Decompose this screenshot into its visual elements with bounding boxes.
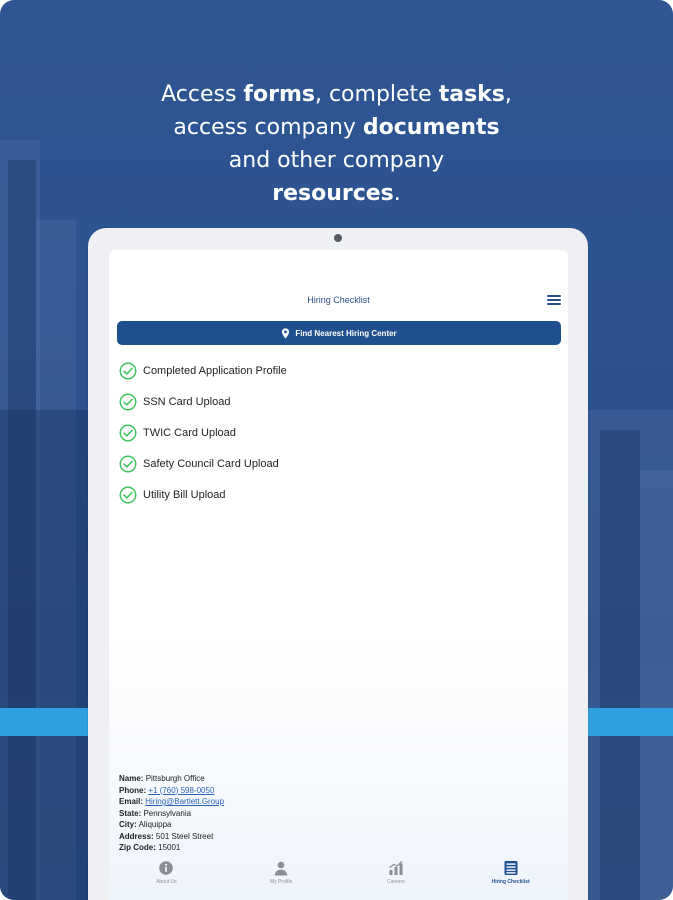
check-circle-icon: [119, 424, 137, 441]
person-icon: [274, 861, 288, 876]
tab-my-profile[interactable]: My Profile: [224, 854, 339, 894]
checklist-item-label: TWIC Card Upload: [143, 426, 236, 439]
tab-careers[interactable]: Careers: [339, 854, 454, 894]
bottom-tab-bar: About Us My Profile Careers Hiring Check…: [109, 854, 568, 894]
check-circle-icon: [119, 455, 137, 472]
skyline-building: [640, 470, 673, 900]
hiring-checklist: Completed Application Profile SSN Card U…: [119, 355, 549, 510]
find-hiring-center-label: Find Nearest Hiring Center: [295, 328, 397, 338]
phone-link[interactable]: +1 (760) 598-0050: [148, 786, 214, 795]
office-city: Aliquippa: [138, 820, 172, 829]
checklist-item[interactable]: SSN Card Upload: [119, 386, 549, 417]
checklist-item[interactable]: Safety Council Card Upload: [119, 448, 549, 479]
checklist-item-label: SSN Card Upload: [143, 395, 231, 408]
location-pin-icon: [282, 327, 290, 339]
office-info: Name: Pittsburgh Office Phone: +1 (760) …: [119, 774, 225, 852]
tab-hiring-checklist[interactable]: Hiring Checklist: [453, 854, 568, 894]
check-circle-icon: [119, 393, 137, 410]
hamburger-menu-icon[interactable]: [547, 295, 561, 305]
check-circle-icon: [119, 362, 137, 379]
checklist-item[interactable]: Utility Bill Upload: [119, 479, 549, 510]
skyline-building: [600, 430, 640, 900]
check-circle-icon: [119, 486, 137, 503]
camera-icon: [334, 234, 342, 242]
email-link[interactable]: Hiring@Bartlett.Group: [145, 797, 224, 806]
office-name: Pittsburgh Office: [145, 774, 205, 783]
chart-icon: [389, 861, 403, 875]
checklist-icon: [504, 861, 518, 875]
checklist-item-label: Safety Council Card Upload: [143, 457, 279, 470]
app-screen: Hiring Checklist Find Nearest Hiring Cen…: [109, 250, 568, 900]
checklist-item[interactable]: Completed Application Profile: [119, 355, 549, 386]
headline: Access forms, complete tasks, access com…: [161, 82, 512, 206]
office-zip: 15001: [158, 843, 181, 852]
page-title: Hiring Checklist: [307, 295, 370, 305]
tab-about-us[interactable]: About Us: [109, 854, 224, 894]
find-hiring-center-button[interactable]: Find Nearest Hiring Center: [117, 321, 561, 345]
office-state: Pennsylvania: [143, 808, 192, 818]
skyline-building: [0, 410, 88, 900]
checklist-item-label: Utility Bill Upload: [143, 488, 226, 501]
info-icon: [159, 861, 174, 875]
checklist-item-label: Completed Application Profile: [143, 364, 287, 377]
checklist-item[interactable]: TWIC Card Upload: [119, 417, 549, 448]
office-address: 501 Steel Street: [155, 831, 214, 841]
